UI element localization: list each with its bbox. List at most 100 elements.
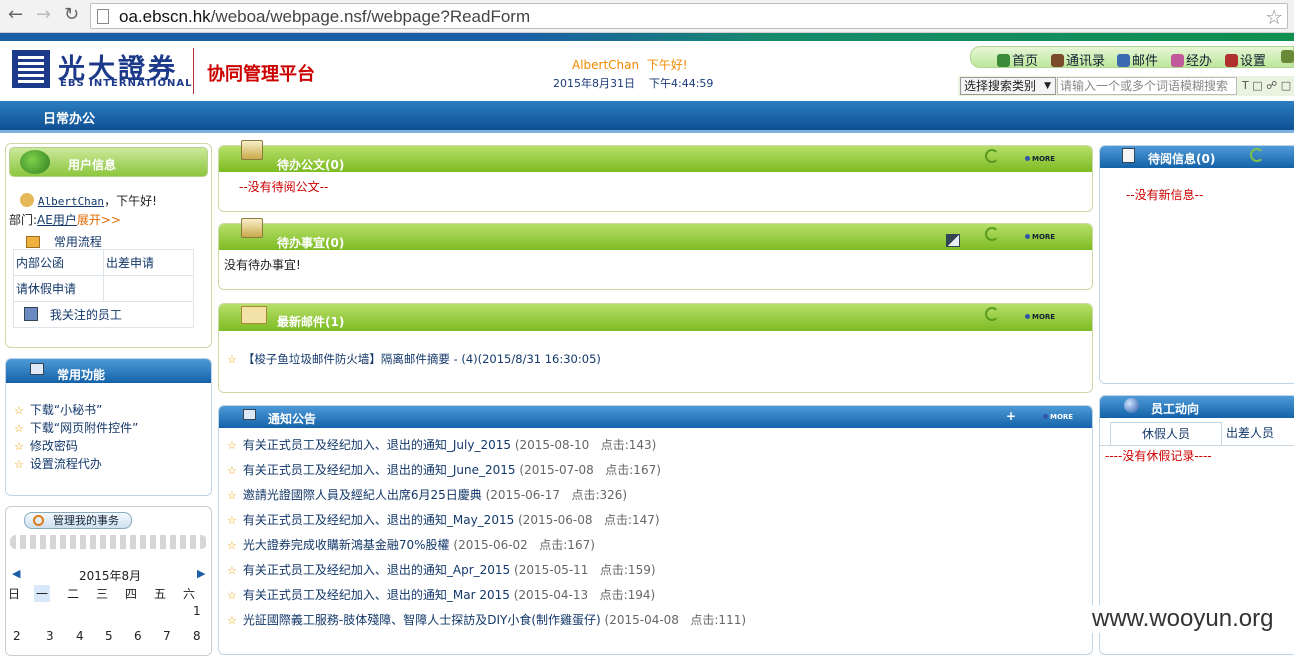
table-row: 我关注的员工	[13, 301, 194, 328]
calendar-day[interactable]: 5	[105, 629, 113, 643]
contacts-icon	[1051, 54, 1064, 67]
mail-item[interactable]: ☆ 【梭子鱼垃圾邮件防火墙】隔离邮件摘要 - (4)(2015/8/31 16:3…	[227, 351, 601, 367]
url-text[interactable]: oa.ebscn.hk/weboa/webpage.nsf/webpage?Re…	[119, 7, 530, 27]
monitor-icon	[243, 409, 256, 420]
top-nav: 首页 通讯录 邮件 经办 设置	[970, 46, 1294, 69]
calendar-day[interactable]: 7	[163, 629, 171, 643]
document-icon	[241, 140, 263, 160]
notice-item[interactable]: ☆ 有关正式员工及经纪加入、退出的通知_May_2015 (2015-06-08 …	[227, 511, 660, 528]
attach-icon[interactable]: ☍	[1266, 79, 1277, 92]
nav-tasks[interactable]: 经办	[1171, 50, 1212, 69]
notice-date: (2015-08-10	[514, 438, 590, 452]
nav-home[interactable]: 首页	[997, 50, 1038, 69]
nav-contacts[interactable]: 通讯录	[1051, 50, 1105, 69]
tab-daily-office[interactable]: 日常办公	[43, 108, 95, 127]
bookmark-star-icon[interactable]: ☆	[1265, 5, 1283, 29]
notice-clicks: 点击:167)	[605, 463, 661, 477]
flow-business-trip[interactable]: 出差申请	[103, 249, 194, 276]
pending-tasks-more[interactable]: MORE	[1025, 233, 1055, 241]
refresh-icon[interactable]	[985, 227, 999, 241]
nav-exit[interactable]	[1281, 50, 1294, 65]
pending-docs-more[interactable]: MORE	[1025, 155, 1055, 163]
nav-mail[interactable]: 邮件	[1117, 50, 1158, 69]
notice-title: 光証國際義工服務-肢体殘障、智障人士探訪及DIY小食(制作雞蛋仔)	[242, 613, 601, 627]
flow-internal-letter[interactable]: 内部公函	[13, 249, 104, 276]
notice-item[interactable]: ☆ 有关正式员工及经纪加入、退出的通知_Mar 2015 (2015-04-13 …	[227, 586, 655, 603]
followed-staff-cell[interactable]: 我关注的员工	[13, 301, 194, 328]
calendar-day[interactable]: 6	[134, 629, 142, 643]
tab-on-leave[interactable]: 休假人员	[1110, 422, 1222, 446]
calendar-day[interactable]: 4	[76, 629, 84, 643]
function-item[interactable]: ☆ 下载“网页附件控件”	[14, 419, 138, 436]
address-bar[interactable]: oa.ebscn.hk/weboa/webpage.nsf/webpage?Re…	[90, 3, 1288, 29]
functions-panel: 常用功能 ☆ 下载“小秘书” ☆ 下载“网页附件控件” ☆ 修改密码 ☆ 设置流程代办	[5, 358, 212, 496]
notice-item[interactable]: ☆ 有关正式员工及经纪加入、退出的通知_July_2015 (2015-08-10…	[227, 436, 656, 453]
mail-icon	[1117, 54, 1130, 67]
user-name-link[interactable]: AlbertChan	[38, 195, 104, 208]
common-flow-table: 内部公函 出差申请 请休假申请 我关注的员工	[13, 249, 194, 328]
notice-title: 有关正式员工及经纪加入、退出的通知_May_2015	[242, 513, 515, 527]
flow-leave-request[interactable]: 请休假申请	[13, 275, 104, 302]
latest-mail-title: 最新邮件(1)	[277, 315, 345, 329]
dept-link[interactable]: AE用户	[37, 213, 77, 227]
gear-icon	[33, 515, 44, 526]
home-icon	[997, 54, 1010, 67]
function-item[interactable]: ☆ 修改密码	[14, 437, 78, 454]
calendar-day[interactable]: 1	[193, 604, 201, 618]
search-row: 选择搜索类别 ▼ 请输入一个或多个词语模糊搜索 T □ ☍ □	[958, 76, 1294, 96]
latest-mail-panel: 最新邮件(1) MORE ☆ 【梭子鱼垃圾邮件防火墙】隔离邮件摘要 - (4)(2…	[218, 303, 1093, 393]
function-item[interactable]: ☆ 设置流程代办	[14, 455, 102, 472]
notice-item[interactable]: ☆ 光証國際義工服務-肢体殘障、智障人士探訪及DIY小食(制作雞蛋仔) (2015…	[227, 611, 746, 628]
notice-item[interactable]: ☆ 有关正式员工及经纪加入、退出的通知_June_2015 (2015-07-08…	[227, 461, 661, 478]
notice-title: 有关正式员工及经纪加入、退出的通知_Apr_2015	[242, 563, 511, 577]
notice-item[interactable]: ☆ 邀請光證國際人員及經紀人出席6月25日慶典 (2015-06-17 点击:32…	[227, 486, 627, 503]
notice-title: 有关正式员工及经纪加入、退出的通知_June_2015	[242, 463, 516, 477]
calendar-day[interactable]: 2	[13, 629, 21, 643]
search-tool-t[interactable]: T	[1242, 79, 1249, 92]
checklist-icon[interactable]	[946, 234, 960, 247]
reload-icon[interactable]: ↻	[64, 6, 79, 24]
ebs-logo-icon[interactable]	[12, 50, 50, 88]
weekday: 六	[183, 587, 196, 601]
star-bullet-icon: ☆	[227, 539, 237, 552]
weekday: 五	[154, 587, 167, 601]
manage-affairs-button[interactable]: 管理我的事务	[24, 512, 132, 529]
forward-icon[interactable]: →	[36, 6, 51, 24]
function-label: 修改密码	[29, 439, 78, 453]
nav-mail-label: 邮件	[1132, 54, 1159, 69]
platform-title: 协同管理平台	[207, 64, 315, 85]
notice-item[interactable]: ☆ 有关正式员工及经纪加入、退出的通知_Apr_2015 (2015-05-11 …	[227, 561, 656, 578]
users-icon	[20, 150, 50, 174]
prev-month-icon[interactable]: ◀	[12, 567, 20, 580]
nav-settings-label: 设置	[1240, 54, 1267, 69]
notice-item[interactable]: ☆ 光大證券完成收購新鴻基金融70%股權 (2015-06-02 点击:167)	[227, 536, 595, 553]
refresh-icon[interactable]	[985, 307, 999, 321]
search-category-select[interactable]: 选择搜索类别 ▼	[960, 77, 1056, 95]
nav-settings[interactable]: 设置	[1225, 50, 1266, 69]
page-icon	[97, 9, 109, 24]
refresh-icon[interactable]	[985, 149, 999, 163]
weekday: 二	[67, 587, 80, 601]
search-input[interactable]: 请输入一个或多个词语模糊搜索	[1057, 77, 1237, 95]
search-tool-box-icon[interactable]: □	[1252, 79, 1262, 92]
calendar-day[interactable]: 3	[46, 629, 54, 643]
search-tool-box2-icon[interactable]: □	[1281, 79, 1291, 92]
calendar-day[interactable]: 8	[193, 629, 201, 643]
watermark: www.wooyun.org	[1088, 605, 1278, 633]
star-bullet-icon: ☆	[14, 458, 24, 471]
expand-link[interactable]: 展开>>	[77, 213, 121, 227]
add-icon[interactable]: +	[1006, 409, 1016, 423]
next-month-icon[interactable]: ▶	[197, 567, 205, 580]
followed-staff-link[interactable]: 我关注的员工	[50, 308, 122, 322]
header-greeting: AlbertChan 下午好!	[572, 56, 688, 73]
notices-more[interactable]: MORE	[1043, 413, 1073, 421]
star-bullet-icon: ☆	[227, 464, 237, 477]
staff-title: 员工动向	[1151, 402, 1200, 416]
tab-business-trip[interactable]: 出差人员	[1226, 422, 1294, 446]
function-item[interactable]: ☆ 下载“小秘书”	[14, 401, 102, 418]
back-icon[interactable]: ←	[8, 6, 23, 24]
latest-mail-more[interactable]: MORE	[1025, 313, 1055, 321]
star-bullet-icon: ☆	[14, 440, 24, 453]
pending-docs-empty: --没有待阅公文--	[239, 180, 329, 194]
refresh-icon[interactable]	[1250, 148, 1264, 162]
